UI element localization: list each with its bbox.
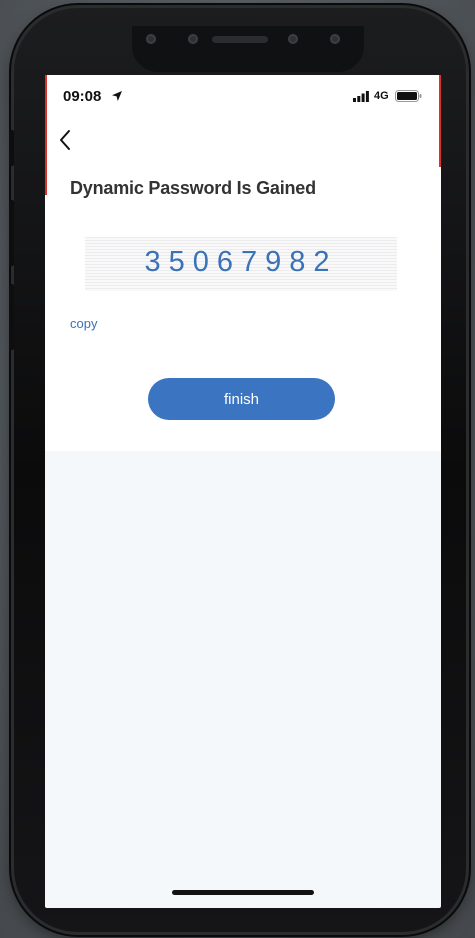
side-button-mute bbox=[9, 130, 14, 166]
battery-icon bbox=[395, 90, 422, 102]
status-bar: 09:08 4G bbox=[45, 75, 441, 115]
network-type: 4G bbox=[374, 90, 389, 102]
password-display: 35067982 bbox=[85, 237, 397, 291]
dynamic-password: 35067982 bbox=[144, 246, 338, 278]
notch bbox=[132, 26, 364, 72]
location-arrow-icon bbox=[112, 91, 122, 101]
back-chevron-icon[interactable] bbox=[57, 129, 73, 151]
copy-link[interactable]: copy bbox=[70, 316, 97, 331]
side-button-volume-up bbox=[9, 200, 14, 266]
home-indicator[interactable] bbox=[172, 890, 314, 895]
phone-screen: 09:08 4G Dynamic Password Is Gained 3506 bbox=[45, 75, 441, 908]
status-time: 09:08 bbox=[63, 88, 102, 105]
side-button-volume-down bbox=[9, 284, 14, 350]
front-camera-icon bbox=[146, 34, 156, 44]
page-title: Dynamic Password Is Gained bbox=[70, 178, 316, 198]
signal-bars-icon bbox=[353, 91, 369, 102]
content-panel: 09:08 4G Dynamic Password Is Gained 3506 bbox=[45, 75, 441, 451]
proximity-sensor-icon bbox=[288, 34, 298, 44]
ambient-sensor-icon bbox=[330, 34, 340, 44]
sensor-icon bbox=[188, 34, 198, 44]
finish-button[interactable]: finish bbox=[148, 378, 335, 420]
speaker-grille bbox=[212, 36, 268, 43]
